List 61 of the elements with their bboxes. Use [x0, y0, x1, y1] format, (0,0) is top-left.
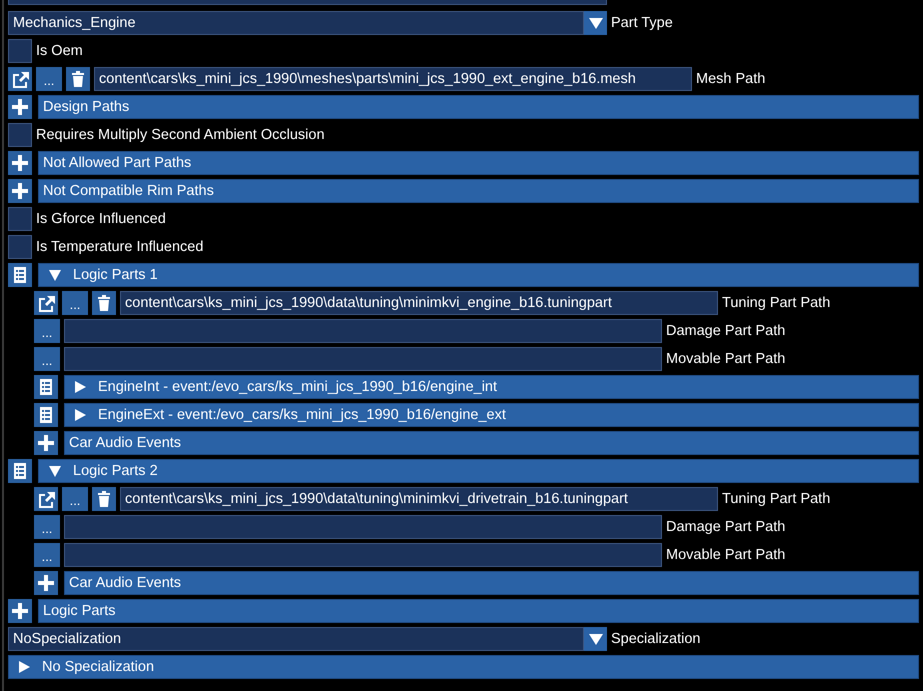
field-label: Tuning Part Path [722, 491, 830, 507]
add-icon[interactable] [34, 431, 58, 455]
dropdown-field[interactable]: Mechanics_Engine [8, 11, 584, 35]
dropdown-field[interactable]: NoSpecialization [8, 627, 584, 651]
trash-icon[interactable] [92, 291, 116, 315]
path-field[interactable]: content\cars\ks_mini_jcs_1990\meshes\parts\mini_jcs_1990_ext_engine_b16.mesh [94, 67, 692, 91]
section-header[interactable]: Design Paths [38, 95, 919, 119]
section-header[interactable]: Not Allowed Part Paths [38, 151, 919, 175]
add-icon[interactable] [8, 95, 32, 119]
browse-button[interactable]: ... [34, 543, 60, 567]
add-icon[interactable] [8, 599, 32, 623]
browse-button[interactable]: ... [36, 67, 62, 91]
field-label: Damage Part Path [666, 519, 786, 535]
section-header[interactable]: Logic Parts [38, 599, 919, 623]
field-label: Damage Part Path [666, 323, 786, 339]
add-icon[interactable] [34, 571, 58, 595]
path-field[interactable] [64, 347, 662, 371]
list-icon[interactable] [8, 263, 32, 287]
section-header[interactable]: No Specialization [8, 655, 919, 679]
path-field[interactable] [64, 543, 662, 567]
checkbox-label: Is Oem [36, 43, 83, 59]
field-label: Movable Part Path [666, 351, 786, 367]
checkbox-label: Requires Multiply Second Ambient Occlusion [36, 127, 325, 143]
checkbox[interactable] [8, 39, 32, 63]
path-field[interactable]: content\cars\ks_mini_jcs_1990\data\tuning\minimkvi_drivetrain_b16.tuningpart [120, 487, 718, 511]
add-icon[interactable] [8, 179, 32, 203]
field-label: Mesh Path [696, 71, 766, 87]
checkbox[interactable] [8, 123, 32, 147]
checkbox-label: Is Gforce Influenced [36, 211, 166, 227]
open-external-icon[interactable] [34, 291, 58, 315]
list-icon[interactable] [34, 375, 58, 399]
field-label: Part Type [611, 15, 673, 31]
path-field[interactable] [64, 319, 662, 343]
checkbox[interactable] [8, 235, 32, 259]
checkbox[interactable] [8, 207, 32, 231]
collapsed-arrow-icon[interactable] [19, 661, 30, 673]
section-header[interactable]: EngineInt - event:/evo_cars/ks_mini_jcs_1990_b16/engine_int [64, 375, 919, 399]
open-external-icon[interactable] [8, 67, 32, 91]
field-label: Tuning Part Path [722, 295, 830, 311]
checkbox-label: Is Temperature Influenced [36, 239, 204, 255]
trash-icon[interactable] [92, 487, 116, 511]
path-field[interactable] [64, 515, 662, 539]
section-header[interactable]: Car Audio Events [64, 431, 919, 455]
section-header[interactable]: Logic Parts 2 [38, 459, 919, 483]
path-field[interactable]: content\cars\ks_mini_jcs_1990\data\tuning\minimkvi_engine_b16.tuningpart [120, 291, 718, 315]
add-icon[interactable] [8, 151, 32, 175]
section-header[interactable]: Car Audio Events [64, 571, 919, 595]
field-label: Specialization [611, 631, 700, 647]
open-external-icon[interactable] [34, 487, 58, 511]
browse-button[interactable]: ... [34, 319, 60, 343]
trash-icon[interactable] [66, 67, 90, 91]
browse-button[interactable]: ... [62, 291, 88, 315]
section-header[interactable]: Logic Parts 1 [38, 263, 919, 287]
browse-button[interactable]: ... [34, 515, 60, 539]
field-label: Movable Part Path [666, 547, 786, 563]
list-icon[interactable] [8, 459, 32, 483]
section-header[interactable]: Not Compatible Rim Paths [38, 179, 919, 203]
browse-button[interactable]: ... [62, 487, 88, 511]
browse-button[interactable]: ... [34, 347, 60, 371]
section-header[interactable]: EngineExt - event:/evo_cars/ks_mini_jcs_1990_b16/engine_ext [64, 403, 919, 427]
list-icon[interactable] [34, 403, 58, 427]
